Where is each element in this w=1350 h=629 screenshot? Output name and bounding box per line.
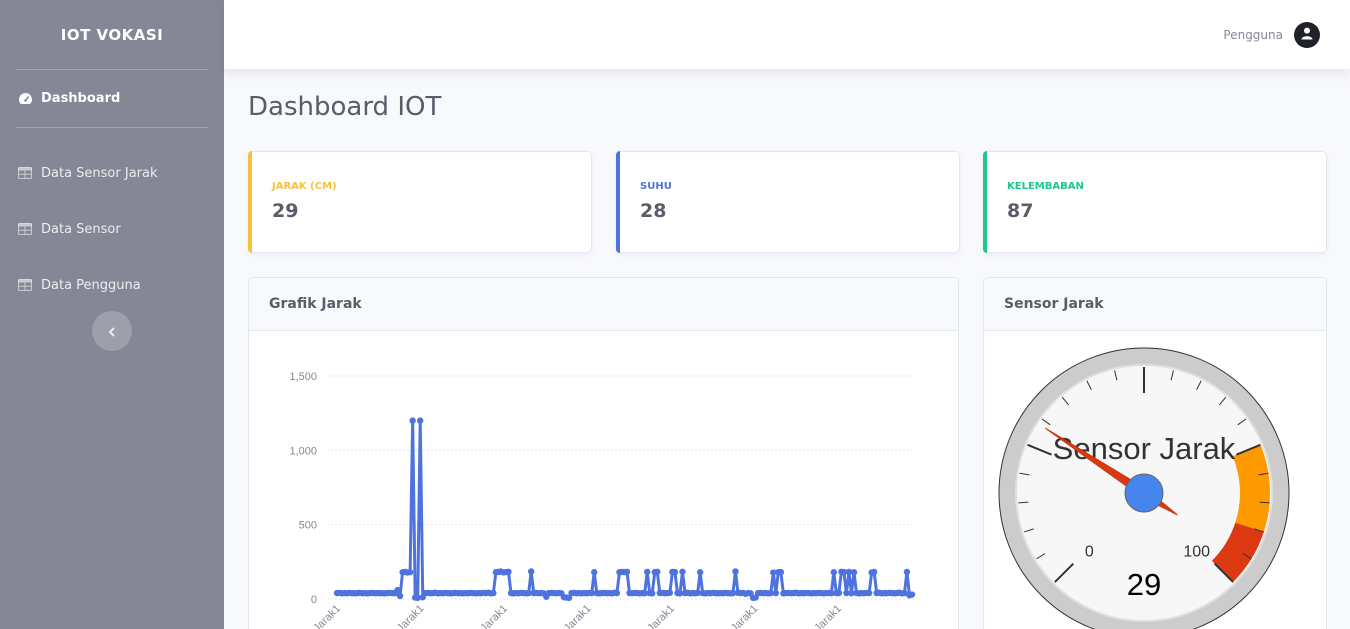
x-tick-label: Jarak1 [729,603,761,629]
stat-label: Kelembaban [1007,181,1084,192]
data-point [613,589,621,597]
data-point [903,568,911,576]
sidebar-item-label: Data Sensor [41,221,121,237]
x-tick-label: Jarak1 [645,603,677,629]
table-icon [17,165,33,181]
user-icon [1301,25,1313,44]
stat-value: 28 [640,200,667,222]
data-point [850,569,858,576]
sidebar-item-label: Data Sensor Jarak [41,165,158,181]
table-icon [17,277,33,293]
gauge-value: 29 [1127,567,1161,602]
table-icon [17,221,33,237]
data-point [396,592,404,600]
gauge-chart: Sensor Jarak 0 100 29 [998,347,1290,629]
sidebar-toggle-button[interactable] [92,311,132,351]
data-point [649,590,656,597]
stat-label: Suhu [640,181,672,192]
stat-accent-bar [248,151,252,253]
data-point [830,569,838,576]
data-point [623,568,631,575]
data-point [527,568,535,575]
page-title: Dashboard IOT [248,92,442,122]
data-point [835,589,843,597]
x-tick-label: Jarak1 [562,603,594,629]
stat-card-suhu: Suhu 28 [616,151,960,253]
data-point [643,568,651,576]
x-tick-label: Jarak1 [395,603,427,629]
brand-title[interactable]: IOT VOKASI [0,0,224,69]
gauge-hub [1124,473,1164,513]
data-point [406,568,414,576]
data-point [490,589,497,597]
stat-accent-bar [616,151,620,253]
stat-value: 29 [272,200,299,222]
sidebar-item-data-sensor[interactable]: Data Sensor [0,201,224,257]
data-point [417,417,424,424]
data-point [409,417,416,424]
y-tick-label: 500 [299,520,317,532]
chart-card: Grafik Jarak 0 500 1,000 1,500 Jarak1 Jarak1 J… [248,277,959,629]
sidebar-item-dashboard[interactable]: Dashboard [0,70,224,127]
sidebar-item-data-sensor-jarak[interactable]: Data Sensor Jarak [0,145,224,201]
x-tick-label: Jarak1 [478,603,510,629]
data-point [732,568,739,575]
y-tick-label: 1,000 [289,445,317,457]
gauge-card-title: Sensor Jarak [984,278,1326,331]
tachometer-icon [17,91,33,107]
chart-card-title: Grafik Jarak [249,278,958,331]
stat-accent-bar [983,151,987,253]
chevron-left-icon [108,322,116,341]
data-point [666,589,674,596]
data-point [865,589,873,597]
data-point [777,568,785,576]
line-chart: 0 500 1,000 1,500 Jarak1 Jarak1 Jarak1 Jarak1 Ja… [289,371,916,629]
sidebar-item-label: Dashboard [41,91,121,106]
avatar[interactable] [1294,21,1320,48]
stat-card-kelembaban: Kelembaban 87 [983,151,1327,253]
gauge-title: Sensor Jarak [1053,431,1236,466]
data-point [394,586,401,594]
stat-value: 87 [1007,200,1034,222]
stat-card-jarak: Jarak (cm) 29 [248,151,592,253]
data-point [908,591,916,598]
gauge-card: Sensor Jarak Sensor Jarak 0 100 29 [983,277,1327,629]
stat-label: Jarak (cm) [272,181,337,192]
data-point [679,568,686,575]
sidebar-item-data-pengguna[interactable]: Data Pengguna [0,257,224,313]
data-point [591,569,598,576]
y-tick-label: 1,500 [289,371,317,383]
data-point [671,568,679,576]
x-tick-label: Jarak1 [311,603,343,629]
data-point [772,589,780,597]
sidebar: IOT VOKASI Dashboard Data Sensor Jarak D… [0,0,224,629]
data-point [696,569,704,576]
y-tick-label: 0 [311,594,317,606]
gauge-min-label: 0 [1085,544,1094,561]
data-point [654,568,661,575]
x-tick-label: Jarak1 [812,603,844,629]
gauge-max-label: 100 [1183,544,1210,561]
topbar: Pengguna [224,0,1350,69]
sidebar-item-label: Data Pengguna [41,277,141,293]
user-name[interactable]: Pengguna [1223,28,1283,42]
data-point [505,568,512,575]
data-point [870,568,878,576]
